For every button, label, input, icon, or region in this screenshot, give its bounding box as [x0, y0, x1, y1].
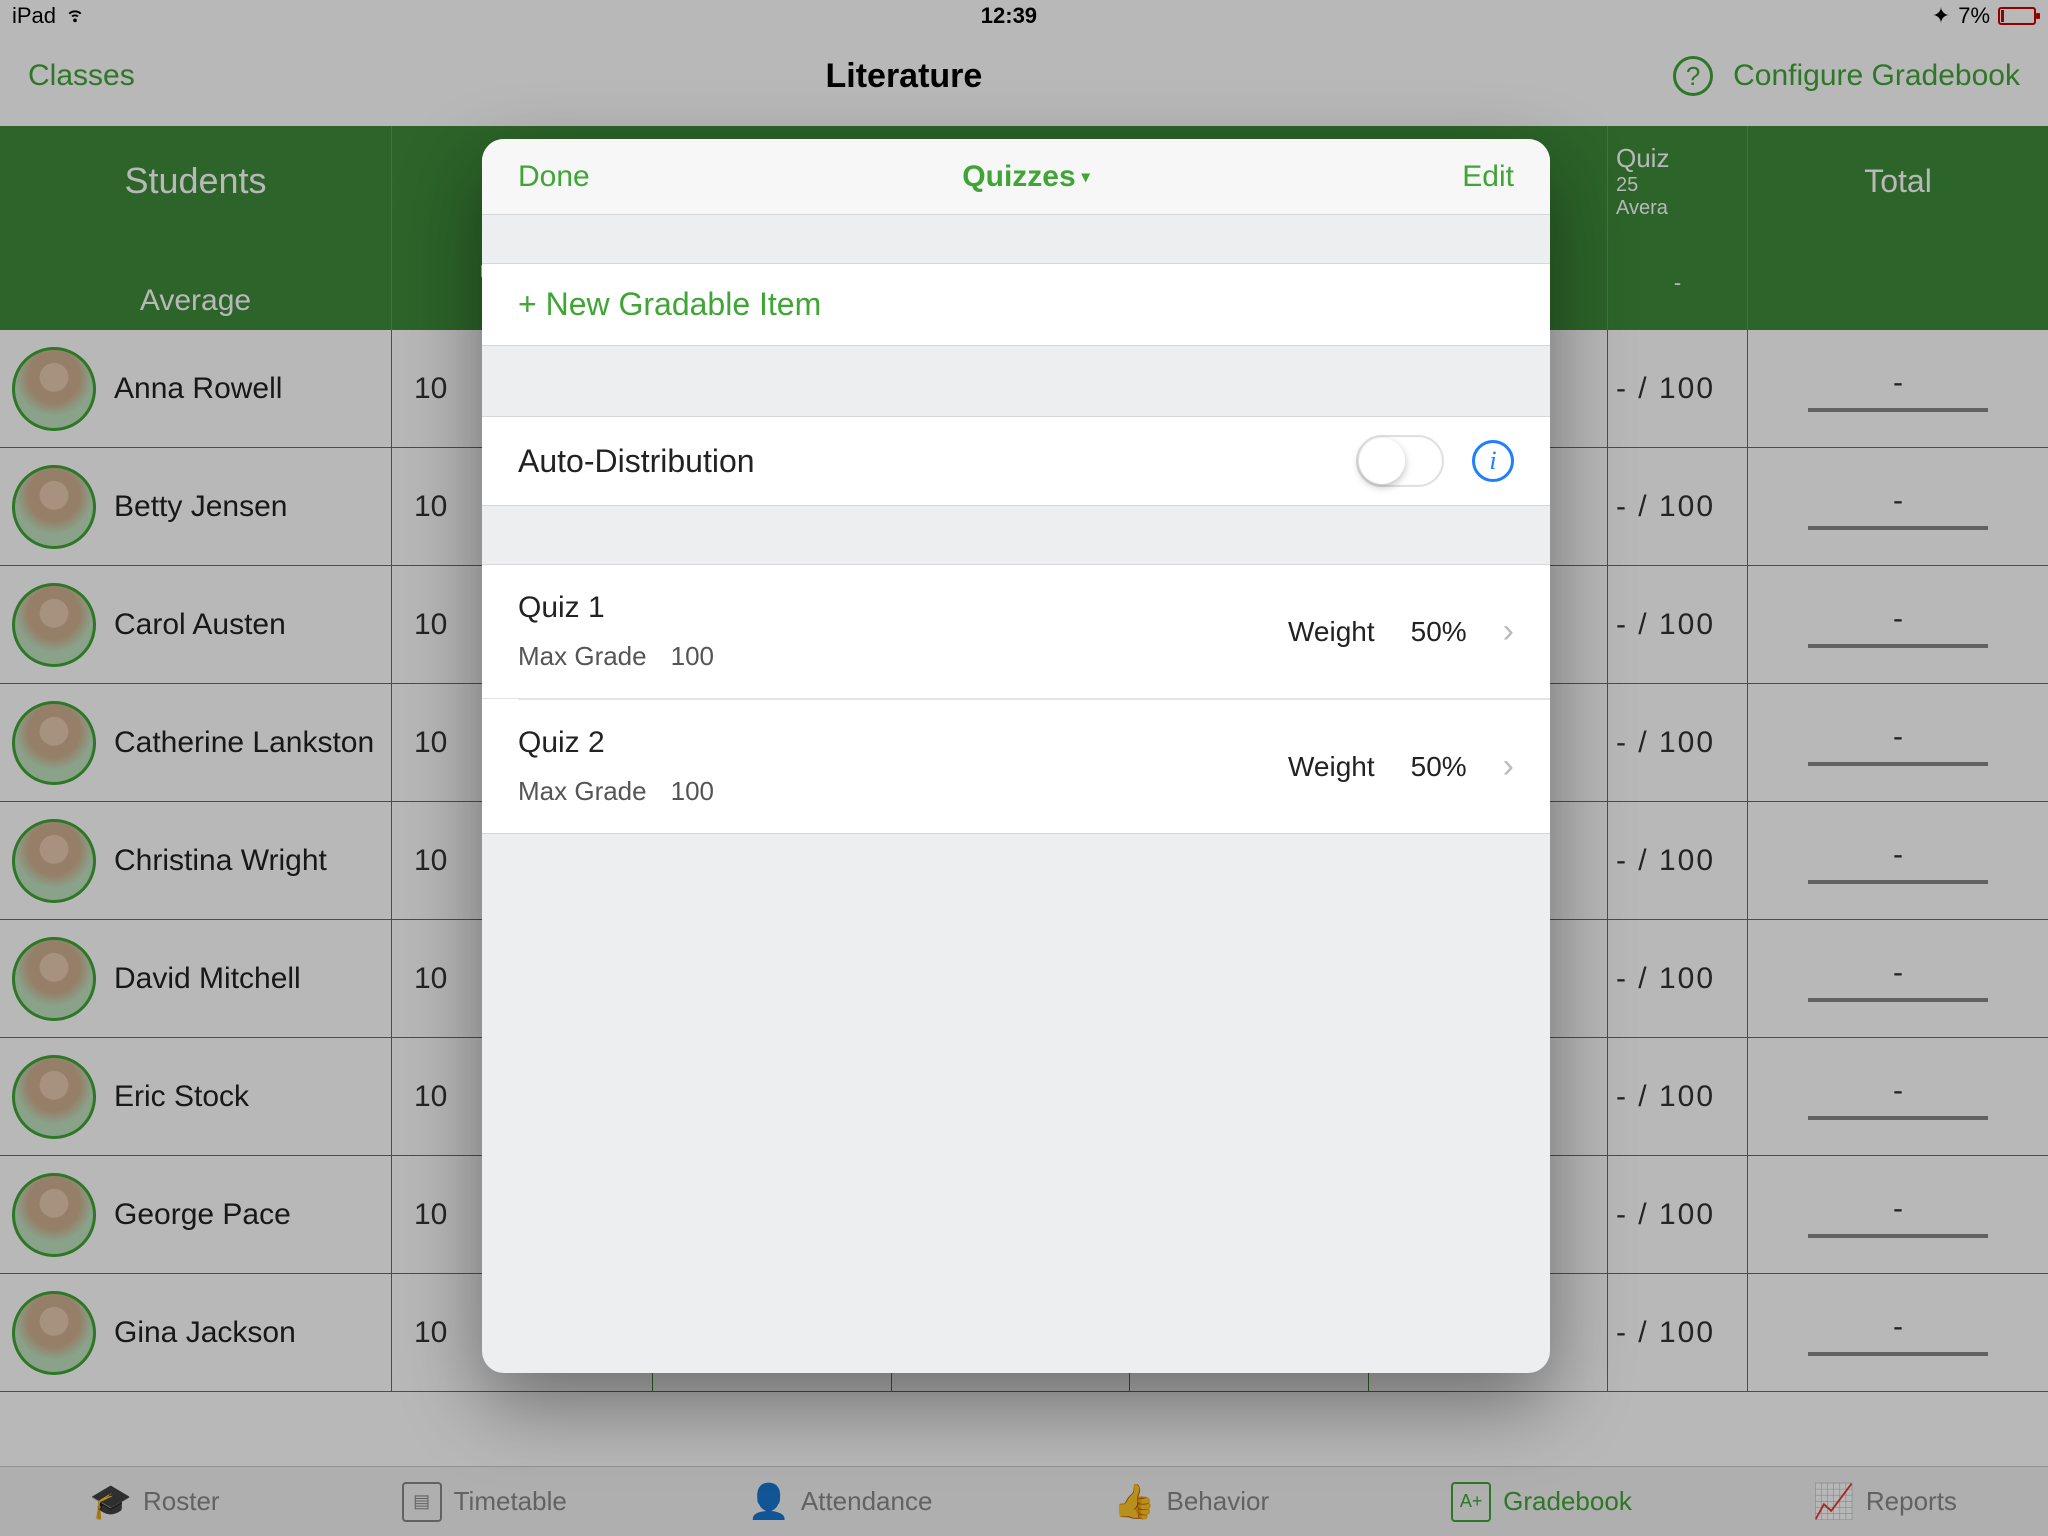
student-cell[interactable]: Eric Stock — [0, 1038, 392, 1155]
student-name: Betty Jensen — [114, 490, 287, 524]
total-cell[interactable]: - — [1748, 1156, 2048, 1273]
new-gradable-item-button[interactable]: + New Gradable Item — [482, 264, 1550, 345]
item-name: Quiz 2 — [518, 726, 714, 760]
wifi-icon — [64, 2, 86, 30]
person-icon: 👤 — [749, 1482, 789, 1522]
item-max-grade: Max Grade100 — [518, 641, 714, 672]
total-cell[interactable]: - — [1748, 920, 2048, 1037]
total-cell[interactable]: - — [1748, 448, 2048, 565]
score-cell[interactable]: - / 100 — [1608, 1274, 1748, 1391]
category-quizzes-partial[interactable]: Quiz 25 Avera — [1608, 126, 1748, 236]
score-cell[interactable]: - / 100 — [1608, 566, 1748, 683]
total-cell[interactable]: - — [1748, 802, 2048, 919]
done-button[interactable]: Done — [518, 160, 590, 194]
status-bar: iPad 12:39 ✦ 7% — [0, 0, 2048, 32]
weight-value: 50% — [1411, 616, 1467, 648]
total-cell[interactable]: - — [1748, 1038, 2048, 1155]
auto-distribution-label: Auto-Distribution — [518, 443, 755, 480]
help-icon[interactable]: ? — [1673, 56, 1713, 96]
tab-roster[interactable]: 🎓Roster — [91, 1482, 220, 1522]
clock: 12:39 — [981, 3, 1037, 29]
avatar — [12, 347, 96, 431]
chevron-right-icon: › — [1503, 612, 1514, 651]
gradable-item-row[interactable]: Quiz 1 Max Grade100 Weight 50% › — [482, 565, 1550, 699]
student-cell[interactable]: Betty Jensen — [0, 448, 392, 565]
score-cell[interactable]: - / 100 — [1608, 920, 1748, 1037]
chevron-right-icon: › — [1503, 747, 1514, 786]
weight-label: Weight — [1288, 751, 1375, 783]
nav-header: Classes Literature ? Configure Gradebook — [0, 32, 2048, 120]
tab-timetable[interactable]: ▤Timetable — [402, 1482, 567, 1522]
gradable-item-row[interactable]: Quiz 2 Max Grade100 Weight 50% › — [482, 700, 1550, 833]
total-cell[interactable]: - — [1748, 566, 2048, 683]
tab-attendance[interactable]: 👤Attendance — [749, 1482, 933, 1522]
tab-reports[interactable]: 📈Reports — [1814, 1482, 1957, 1522]
auto-distribution-toggle[interactable] — [1356, 435, 1444, 487]
avatar — [12, 701, 96, 785]
student-name: Anna Rowell — [114, 372, 282, 406]
student-name: Christina Wright — [114, 844, 327, 878]
device-label: iPad — [12, 3, 56, 29]
students-header: Students — [0, 126, 392, 236]
battery-icon — [1998, 7, 2036, 25]
item-name: Quiz 1 — [518, 591, 714, 625]
student-name: Carol Austen — [114, 608, 286, 642]
student-name: Catherine Lankston — [114, 726, 374, 760]
tab-bar: 🎓Roster ▤Timetable 👤Attendance 👍Behavior… — [0, 1466, 2048, 1536]
edit-button[interactable]: Edit — [1462, 160, 1514, 194]
student-name: David Mitchell — [114, 962, 301, 996]
battery-percent: 7% — [1958, 3, 1990, 29]
total-header: Total — [1748, 126, 2048, 236]
student-cell[interactable]: Catherine Lankston — [0, 684, 392, 801]
avatar — [12, 1173, 96, 1257]
average-header: Average — [0, 236, 392, 330]
score-cell[interactable]: - / 100 — [1608, 330, 1748, 447]
weight-label: Weight — [1288, 616, 1375, 648]
student-cell[interactable]: Christina Wright — [0, 802, 392, 919]
avatar — [12, 819, 96, 903]
page-title: Literature — [826, 57, 983, 96]
score-cell[interactable]: - / 100 — [1608, 1038, 1748, 1155]
score-cell[interactable]: - / 100 — [1608, 448, 1748, 565]
total-cell[interactable]: - — [1748, 1274, 2048, 1391]
student-cell[interactable]: David Mitchell — [0, 920, 392, 1037]
student-cell[interactable]: Carol Austen — [0, 566, 392, 683]
chart-icon: 📈 — [1814, 1482, 1854, 1522]
avatar — [12, 465, 96, 549]
item-max-grade: Max Grade100 — [518, 776, 714, 807]
back-button[interactable]: Classes — [28, 59, 135, 93]
score-cell[interactable]: - / 100 — [1608, 802, 1748, 919]
tab-gradebook[interactable]: A+Gradebook — [1451, 1482, 1632, 1522]
thumbs-up-icon: 👍 — [1115, 1482, 1155, 1522]
gradable-items-modal: Done Quizzes▾ Edit + New Gradable Item A… — [482, 139, 1550, 1373]
score-cell[interactable]: - / 100 — [1608, 684, 1748, 801]
roster-icon: 🎓 — [91, 1482, 131, 1522]
avatar — [12, 937, 96, 1021]
modal-title[interactable]: Quizzes▾ — [962, 160, 1089, 194]
bluetooth-icon: ✦ — [1932, 3, 1950, 29]
avatar — [12, 1055, 96, 1139]
grade-icon: A+ — [1451, 1482, 1491, 1522]
info-icon[interactable]: i — [1472, 440, 1514, 482]
calendar-icon: ▤ — [402, 1482, 442, 1522]
total-cell[interactable]: - — [1748, 330, 2048, 447]
student-name: Gina Jackson — [114, 1316, 296, 1350]
weight-value: 50% — [1411, 751, 1467, 783]
total-cell[interactable]: - — [1748, 684, 2048, 801]
student-name: George Pace — [114, 1198, 291, 1232]
student-name: Eric Stock — [114, 1080, 249, 1114]
configure-button[interactable]: Configure Gradebook — [1733, 59, 2020, 93]
score-cell[interactable]: - / 100 — [1608, 1156, 1748, 1273]
dropdown-icon: ▾ — [1082, 167, 1090, 187]
student-cell[interactable]: George Pace — [0, 1156, 392, 1273]
tab-behavior[interactable]: 👍Behavior — [1115, 1482, 1270, 1522]
student-cell[interactable]: Anna Rowell — [0, 330, 392, 447]
avatar — [12, 583, 96, 667]
student-cell[interactable]: Gina Jackson — [0, 1274, 392, 1391]
avatar — [12, 1291, 96, 1375]
